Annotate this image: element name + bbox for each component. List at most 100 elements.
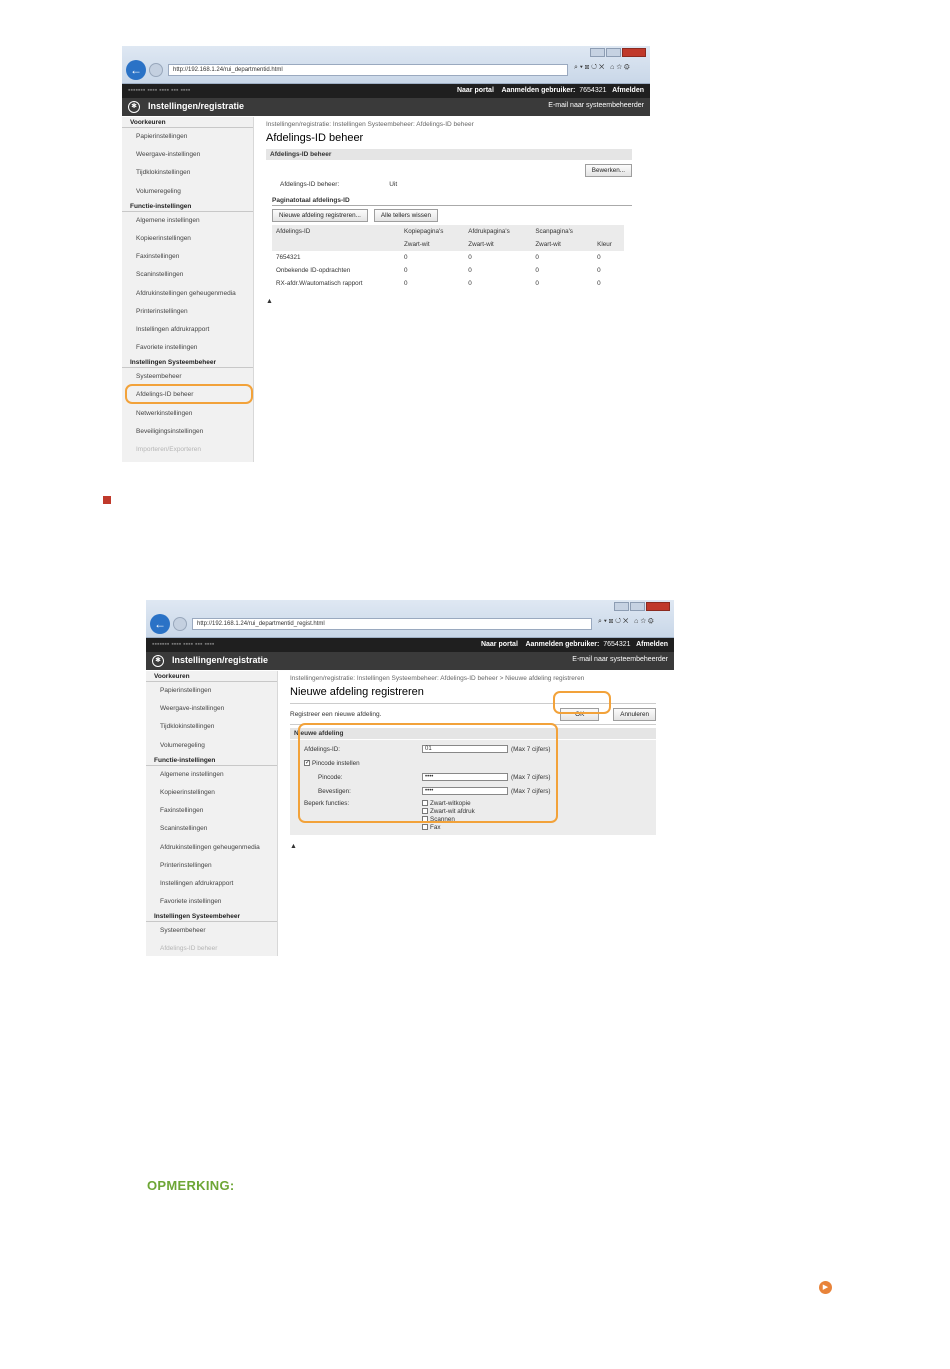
- sidebar: Voorkeuren Papierinstellingen Weergave-ins…: [122, 117, 254, 462]
- window-controls[interactable]: [590, 48, 646, 57]
- mail-admin-link[interactable]: E-mail naar systeembeheerder: [548, 102, 644, 109]
- table-cell: RX-afdr.W/automatisch rapport: [276, 280, 363, 287]
- sidebar-item[interactable]: Papierinstellingen: [122, 128, 253, 146]
- sidebar-item[interactable]: Scaninstellingen: [122, 266, 253, 284]
- back-arrow-icon[interactable]: ←: [150, 614, 170, 634]
- register-department-button[interactable]: Nieuwe afdeling registreren...: [272, 209, 368, 222]
- sidebar-item[interactable]: Printerinstellingen: [146, 857, 277, 875]
- sidebar-item[interactable]: Weergave-instellingen: [122, 146, 253, 164]
- sidebar-item[interactable]: Kopieerinstellingen: [146, 784, 277, 802]
- table-cell: Afdelings-ID: [272, 225, 401, 238]
- sidebar-item[interactable]: Algemene instellingen: [146, 766, 277, 784]
- sidebar-heading: Functie-instellingen: [146, 755, 277, 766]
- settings-logo-icon: ✱: [152, 655, 164, 667]
- highlight-department-id-item: [125, 384, 253, 404]
- restrict-checkbox[interactable]: [422, 824, 428, 831]
- page-title: Afdelings-ID beheer: [266, 132, 364, 144]
- sidebar-item[interactable]: Instellingen afdrukrapport: [122, 321, 253, 339]
- window-controls[interactable]: [614, 602, 670, 611]
- portal-link[interactable]: Naar portal: [481, 641, 518, 648]
- sidebar-item[interactable]: Favoriete instellingen: [146, 893, 277, 911]
- maximize-icon[interactable]: [630, 602, 645, 611]
- sidebar-item[interactable]: Kopieerinstellingen: [122, 230, 253, 248]
- table-cell: Onbekende ID-opdrachten: [276, 267, 351, 274]
- table-row: 7654321 0 0 0 0: [272, 251, 624, 264]
- sidebar-heading: Voorkeuren: [122, 117, 253, 128]
- table-cell: 0: [597, 267, 601, 274]
- close-icon[interactable]: [622, 48, 646, 57]
- sidebar-item[interactable]: Faxinstellingen: [122, 248, 253, 266]
- mail-admin-link[interactable]: E-mail naar systeembeheerder: [572, 656, 668, 663]
- intro-text: Registreer een nieuwe afdeling.: [290, 710, 382, 718]
- cancel-button[interactable]: Annuleren: [613, 707, 656, 721]
- sidebar-item[interactable]: Favoriete instellingen: [122, 339, 253, 357]
- table-cell: 0: [535, 254, 539, 261]
- sidebar-item[interactable]: Importeren/Exporteren: [122, 441, 253, 459]
- login-user: 7654321: [579, 87, 607, 94]
- sidebar-item[interactable]: Papierinstellingen: [146, 682, 277, 700]
- breadcrumb: Instellingen/registratie: Instellingen S…: [290, 675, 585, 682]
- status-label: Afdelings-ID beheer:: [280, 181, 340, 188]
- browser-chrome: ← http://192.168.1.24/rui_departmentid_r…: [146, 600, 674, 638]
- sidebar-item[interactable]: Beveiligingsinstellingen: [122, 423, 253, 441]
- login-label: Aanmelden gebruiker:: [525, 641, 600, 648]
- highlight-ok-button: [553, 691, 611, 714]
- subsection-title: Paginatotaal afdelings-ID: [272, 197, 632, 206]
- table-cell: Zwart-wit: [531, 238, 594, 251]
- close-icon[interactable]: [646, 602, 670, 611]
- table-cell: Zwart-wit: [400, 238, 465, 251]
- step-bullet-icon: [103, 496, 111, 504]
- settings-logo-icon: ✱: [128, 101, 140, 113]
- sidebar-item[interactable]: Instellingen afdrukrapport: [146, 875, 277, 893]
- forward-icon[interactable]: [173, 617, 187, 631]
- sidebar-item[interactable]: Weergave-instellingen: [146, 700, 277, 718]
- app-header: ✱ Instellingen/registratie E-mail naar s…: [122, 98, 650, 116]
- back-arrow-icon[interactable]: ←: [126, 60, 146, 80]
- table-cell: [272, 238, 401, 251]
- address-bar[interactable]: http://192.168.1.24/rui_departmentid.htm…: [168, 64, 568, 76]
- maximize-icon[interactable]: [606, 48, 621, 57]
- restrict-option-label: Fax: [430, 824, 441, 831]
- top-bar: ▪▪▪▪▪▪▪ ▪▪▪▪ ▪▪▪▪ ▪▪▪ ▪▪▪▪ Naar portal A…: [146, 638, 674, 652]
- edit-button[interactable]: Bewerken...: [584, 164, 632, 177]
- portal-link[interactable]: Naar portal: [457, 87, 494, 94]
- sidebar-item[interactable]: Volumeregeling: [122, 183, 253, 201]
- sidebar-item[interactable]: Afdelings-ID beheer: [146, 940, 277, 956]
- table-cell: 0: [468, 280, 472, 287]
- minimize-icon[interactable]: [614, 602, 629, 611]
- sidebar-item[interactable]: Printerinstellingen: [122, 303, 253, 321]
- sidebar-item[interactable]: Scaninstellingen: [146, 820, 277, 838]
- table-cell: Kleur: [593, 238, 624, 251]
- sidebar-item[interactable]: Systeembeheer: [146, 922, 277, 940]
- sidebar-item[interactable]: Afdrukinstellingen geheugenmedia: [122, 285, 253, 303]
- page-top-icon[interactable]: ▲: [266, 298, 632, 305]
- app-header: ✱ Instellingen/registratie E-mail naar s…: [146, 652, 674, 670]
- note-heading: OPMERKING:: [147, 1178, 235, 1193]
- clear-counters-button[interactable]: Alle tellers wissen: [373, 209, 438, 222]
- table-row: RX-afdr.W/automatisch rapport 0 0 0 0: [272, 277, 624, 290]
- forward-icon[interactable]: [149, 63, 163, 77]
- sidebar-item[interactable]: Algemene instellingen: [122, 212, 253, 230]
- restrict-option[interactable]: Fax: [422, 824, 475, 832]
- sidebar-item[interactable]: Afdrukinstellingen geheugenmedia: [146, 839, 277, 857]
- table-cell: Kopiepagina's: [400, 225, 465, 238]
- sidebar-item[interactable]: Tijdklokinstellingen: [122, 164, 253, 182]
- sidebar-item[interactable]: Netwerkinstellingen: [122, 405, 253, 423]
- browser-tools[interactable]: ⌕ ▾ ⊠ ↺ ✕ ⌂ ☆ ⚙: [574, 64, 630, 72]
- browser-tools[interactable]: ⌕ ▾ ⊠ ↺ ✕ ⌂ ☆ ⚙: [598, 618, 654, 626]
- logout-link[interactable]: Afmelden: [636, 641, 668, 648]
- next-page-icon[interactable]: ▶: [819, 1281, 832, 1294]
- address-bar[interactable]: http://192.168.1.24/rui_departmentid_reg…: [192, 618, 592, 630]
- app-title: Instellingen/registratie: [148, 101, 245, 111]
- table-cell: Zwart-wit: [464, 238, 532, 251]
- minimize-icon[interactable]: [590, 48, 605, 57]
- table-cell: 0: [468, 254, 472, 261]
- app-title: Instellingen/registratie: [172, 655, 269, 665]
- page-top-icon[interactable]: ▲: [290, 843, 656, 850]
- section-title: Afdelings-ID beheer: [266, 149, 632, 160]
- logout-link[interactable]: Afmelden: [612, 87, 644, 94]
- browser-chrome: ← http://192.168.1.24/rui_departmentid.h…: [122, 46, 650, 84]
- sidebar-item[interactable]: Tijdklokinstellingen: [146, 718, 277, 736]
- sidebar-item[interactable]: Volumeregeling: [146, 737, 277, 755]
- sidebar-item[interactable]: Faxinstellingen: [146, 802, 277, 820]
